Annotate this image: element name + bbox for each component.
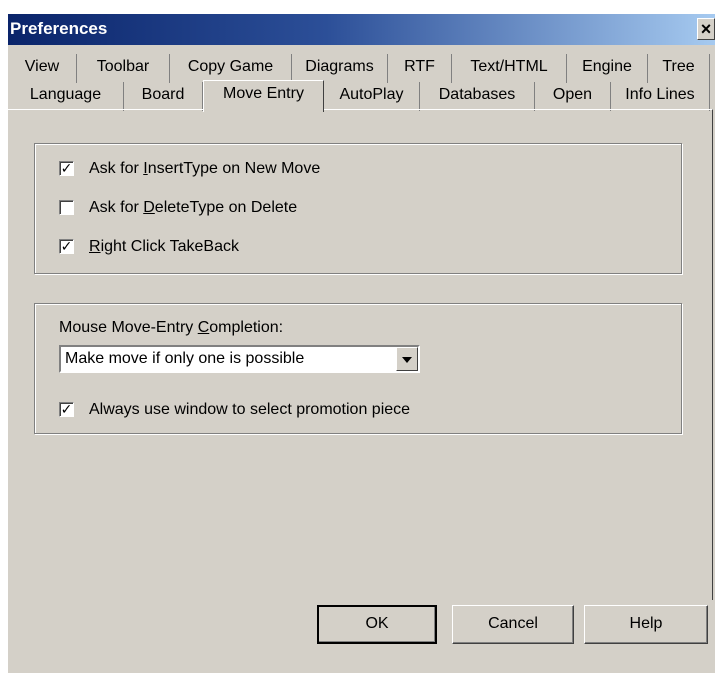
close-button[interactable]: × <box>697 18 715 40</box>
preferences-dialog: Preferences × View Toolbar Copy Game Dia… <box>8 14 715 673</box>
window-title: Preferences <box>10 19 108 38</box>
check-icon: ✓ <box>60 238 73 254</box>
tab-panel-move-entry: ✓ Ask for InsertType on New Move Ask for… <box>8 109 713 600</box>
tab-board[interactable]: Board <box>124 82 203 111</box>
tab-language[interactable]: Language <box>8 82 124 111</box>
title-bar[interactable]: Preferences × <box>8 14 715 45</box>
tab-view[interactable]: View <box>8 54 77 83</box>
tab-databases[interactable]: Databases <box>420 82 535 111</box>
tab-text-html[interactable]: Text/HTML <box>452 54 567 83</box>
tab-autoplay[interactable]: AutoPlay <box>324 82 420 111</box>
tab-rtf[interactable]: RTF <box>388 54 452 83</box>
tab-tree[interactable]: Tree <box>648 54 710 83</box>
completion-select[interactable]: Make move if only one is possible <box>59 345 420 373</box>
completion-select-value: Make move if only one is possible <box>65 350 305 367</box>
tab-info-lines[interactable]: Info Lines <box>611 82 710 111</box>
checkbox-promotion-window[interactable]: ✓ <box>59 402 74 417</box>
checkbox-ask-delete-type[interactable] <box>59 200 74 215</box>
tab-diagrams[interactable]: Diagrams <box>292 54 388 83</box>
close-icon: × <box>700 19 712 39</box>
tab-copy-game[interactable]: Copy Game <box>170 54 292 83</box>
option-ask-delete-type-label: Ask for DeleteType on Delete <box>89 199 298 216</box>
option-ask-insert-type-label: Ask for InsertType on New Move <box>89 160 321 177</box>
check-icon: ✓ <box>60 401 73 417</box>
option-right-click-takeback-label: Right Click TakeBack <box>89 238 239 255</box>
ok-button[interactable]: OK <box>317 605 437 644</box>
tab-toolbar[interactable]: Toolbar <box>77 54 170 83</box>
tab-engine[interactable]: Engine <box>567 54 648 83</box>
tab-move-entry[interactable]: Move Entry <box>203 80 324 112</box>
option-promotion-window-label: Always use window to select promotion pi… <box>89 401 411 418</box>
chevron-down-icon <box>402 357 412 363</box>
insert-options-group: ✓ Ask for InsertType on New Move Ask for… <box>34 143 682 274</box>
checkbox-right-click-takeback[interactable]: ✓ <box>59 239 74 254</box>
tab-open[interactable]: Open <box>535 82 611 111</box>
completion-group: Mouse Move-Entry Completion: Make move i… <box>34 303 682 434</box>
cancel-button[interactable]: Cancel <box>452 605 574 644</box>
completion-dropdown-button[interactable] <box>396 347 418 371</box>
checkbox-ask-insert-type[interactable]: ✓ <box>59 161 74 176</box>
help-button[interactable]: Help <box>584 605 708 644</box>
completion-label: Mouse Move-Entry Completion: <box>59 319 284 336</box>
check-icon: ✓ <box>60 160 73 176</box>
